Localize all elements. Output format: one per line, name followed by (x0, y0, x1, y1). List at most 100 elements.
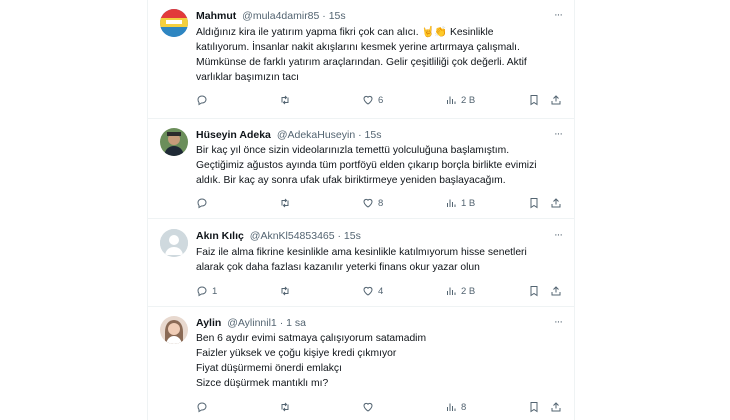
tweet-text-line: varlıklar başımızın tacı (196, 72, 299, 83)
timestamp[interactable]: · 15s (338, 230, 361, 242)
retweet-button[interactable] (279, 93, 295, 107)
views-button[interactable]: 1 B (445, 196, 475, 210)
reply-button[interactable] (196, 196, 212, 210)
heart-icon (363, 95, 373, 105)
reply-tweet-mahmut[interactable]: Mahmut @mula4damir85 · 15s ··· Aldığınız… (148, 0, 574, 119)
more-options-icon[interactable]: ··· (554, 229, 563, 241)
display-name[interactable]: Akın Kılıç (196, 230, 244, 242)
tweet-text-line: Sizce düşürmek mantıklı mı? (196, 378, 329, 389)
avatar[interactable] (160, 9, 188, 37)
retweet-button[interactable] (279, 284, 295, 298)
views-count: 2 B (461, 285, 476, 297)
default-avatar-icon[interactable] (160, 229, 188, 257)
views-icon (447, 403, 456, 411)
avatar[interactable] (160, 128, 188, 156)
like-button[interactable]: 6 (362, 93, 383, 107)
tweet-text-line: Aldığınız kira ile yatırım yapma fikri ç… (196, 27, 494, 38)
bookmark-button[interactable] (528, 196, 540, 210)
tweet-text: Aldığınız kira ile yatırım yapma fikri ç… (196, 25, 562, 85)
reply-button[interactable]: 1 (196, 284, 217, 298)
tweet-header: Akın Kılıç @AknKl54853465 · 15s (196, 230, 361, 242)
tweet-actions: 8 (196, 400, 562, 414)
retweet-icon (281, 95, 289, 105)
share-button[interactable] (550, 284, 562, 298)
more-options-icon[interactable]: ··· (554, 128, 563, 140)
display-name[interactable]: Aylin (196, 317, 221, 329)
more-options-icon[interactable]: ··· (554, 316, 563, 328)
like-count: 8 (378, 197, 384, 209)
reply-icon (197, 198, 207, 209)
views-count: 8 (461, 401, 467, 413)
display-name[interactable]: Hüseyin Adeka (196, 129, 271, 141)
user-handle[interactable]: @Aylinnil1 (227, 317, 277, 329)
views-button[interactable]: 8 (445, 400, 466, 414)
reply-icon (197, 402, 207, 413)
tweet-text-line: aldık. Bir kaç ay sonra ufak ufak birikt… (196, 175, 506, 186)
like-count: 4 (378, 285, 384, 297)
tweet-actions: 6 2 B (196, 93, 562, 107)
bookmark-icon (530, 402, 538, 413)
reply-feed: Mahmut @mula4damir85 · 15s ··· Aldığınız… (147, 0, 575, 420)
views-button[interactable]: 2 B (445, 93, 475, 107)
like-count: 6 (378, 94, 384, 106)
like-button[interactable]: 8 (362, 196, 383, 210)
retweet-icon (281, 198, 289, 208)
heart-icon (363, 402, 373, 412)
tweet-header: Hüseyin Adeka @AdekaHuseyin · 15s (196, 129, 381, 141)
more-options-icon[interactable]: ··· (554, 9, 563, 21)
tweet-header: Mahmut @mula4damir85 · 15s (196, 10, 346, 22)
share-button[interactable] (550, 93, 562, 107)
bookmark-icon (530, 198, 538, 209)
tweet-text-line: Ben 6 aydır evimi satmaya çalışıyorum sa… (196, 333, 427, 344)
reply-count: 1 (212, 285, 218, 297)
views-count: 1 B (461, 197, 476, 209)
bookmark-button[interactable] (528, 93, 540, 107)
tweet-text-line: katılıyorum. İnsanlar nakit akışlarını k… (196, 42, 520, 53)
reply-tweet-aylin[interactable]: Aylin @Aylinnil1 · 1 sa ··· Ben 6 aydır … (148, 307, 574, 420)
tweet-text-line: Fiyat düşürmemi önerdi emlakçı (196, 363, 342, 374)
bookmark-button[interactable] (528, 400, 540, 414)
tweet-text-line: Faiz ile alma fikrine kesinlikle ama kes… (196, 247, 527, 258)
bookmark-icon (530, 286, 538, 297)
tweet-text-line: Geçtiğimiz ağustos ayında tüm portföyü e… (196, 160, 537, 171)
views-count: 2 B (461, 94, 476, 106)
like-button[interactable]: 4 (362, 284, 383, 298)
timestamp[interactable]: · 1 sa (280, 317, 306, 329)
reply-button[interactable] (196, 93, 212, 107)
reply-tweet-huseyin[interactable]: Hüseyin Adeka @AdekaHuseyin · 15s ··· Bi… (148, 119, 574, 219)
tweet-actions: 8 1 B (196, 196, 562, 210)
share-icon (551, 402, 561, 412)
retweet-icon (281, 286, 289, 296)
tweet-header: Aylin @Aylinnil1 · 1 sa (196, 317, 306, 329)
share-icon (551, 198, 561, 208)
tweet-actions: 1 4 2 B (196, 284, 562, 298)
retweet-button[interactable] (279, 196, 295, 210)
user-handle[interactable]: @mula4damir85 (242, 10, 319, 22)
tweet-text: Faiz ile alma fikrine kesinlikle ama kes… (196, 245, 562, 275)
retweet-icon (281, 402, 289, 412)
tweet-text: Bir kaç yıl önce sizin videolarınızla te… (196, 143, 562, 188)
share-icon (551, 95, 561, 105)
like-button[interactable] (362, 400, 378, 414)
avatar[interactable] (160, 316, 188, 344)
reply-tweet-akin[interactable]: Akın Kılıç @AknKl54853465 · 15s ··· Faiz… (148, 219, 574, 307)
share-button[interactable] (550, 196, 562, 210)
views-icon (447, 96, 456, 104)
reply-icon (197, 95, 207, 106)
bookmark-button[interactable] (528, 284, 540, 298)
views-button[interactable]: 2 B (445, 284, 475, 298)
share-icon (551, 286, 561, 296)
share-button[interactable] (550, 400, 562, 414)
bookmark-icon (530, 95, 538, 106)
tweet-text-line: Bir kaç yıl önce sizin videolarınızla te… (196, 145, 510, 156)
heart-icon (363, 198, 373, 208)
retweet-button[interactable] (279, 400, 295, 414)
reply-button[interactable] (196, 400, 212, 414)
views-icon (447, 287, 456, 295)
user-handle[interactable]: @AdekaHuseyin (277, 129, 355, 141)
timestamp[interactable]: · 15s (358, 129, 381, 141)
user-handle[interactable]: @AknKl54853465 (250, 230, 335, 242)
views-icon (447, 199, 456, 207)
timestamp[interactable]: · 15s (322, 10, 345, 22)
display-name[interactable]: Mahmut (196, 10, 236, 22)
